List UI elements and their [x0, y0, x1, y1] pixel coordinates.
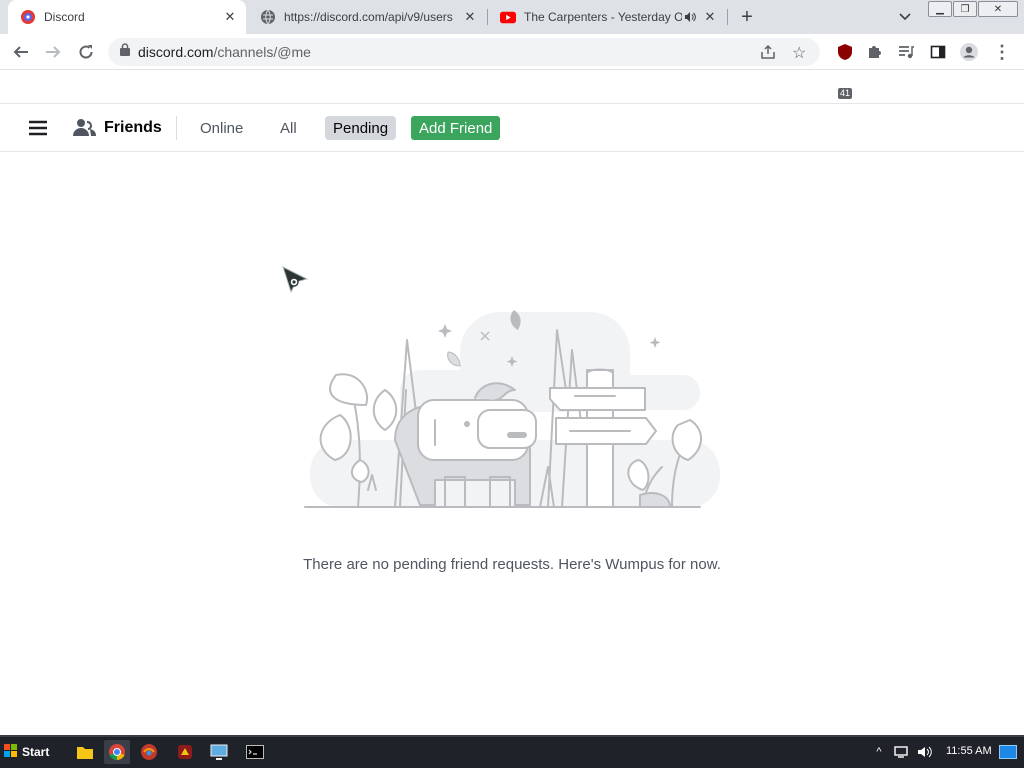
- windows-logo-icon: [4, 743, 18, 761]
- tab-separator: [727, 9, 728, 25]
- puzzle-icon[interactable]: [863, 41, 885, 63]
- volume-tray-icon[interactable]: [916, 740, 934, 764]
- add-friend-button[interactable]: Add Friend: [411, 116, 501, 140]
- close-icon[interactable]: ✕: [462, 9, 478, 25]
- reload-button[interactable]: [75, 41, 97, 63]
- discord-icon: [20, 9, 36, 25]
- tab-title: The Carpenters - Yesterday O: [524, 10, 682, 24]
- friends-header: Friends Online All Pending Add Friend: [0, 103, 1024, 152]
- new-tab-button[interactable]: +: [736, 6, 758, 28]
- minimize-button[interactable]: ▁: [928, 1, 952, 17]
- back-button[interactable]: [10, 41, 32, 63]
- url-path: /channels/@me: [213, 44, 311, 60]
- close-icon[interactable]: ✕: [702, 9, 718, 25]
- tab-title: https://discord.com/api/v9/users: [284, 10, 453, 24]
- browser-toolbar: discord.com/channels/@me ☆ 41 ⋮: [0, 34, 1024, 99]
- more-menu-icon[interactable]: ⋮: [991, 41, 1013, 63]
- chevron-down-icon[interactable]: [896, 8, 914, 26]
- lock-icon: [120, 43, 130, 61]
- media-app-icon[interactable]: [136, 740, 162, 764]
- show-desktop-icon[interactable]: [998, 740, 1018, 764]
- file-explorer-icon[interactable]: [72, 740, 98, 764]
- url-host: discord.com: [138, 44, 214, 60]
- restore-button[interactable]: ❐: [953, 1, 977, 17]
- windows-taskbar: Start ^ 11:55 AM: [0, 735, 1024, 768]
- hamburger-menu-icon[interactable]: [28, 116, 48, 140]
- tab-api[interactable]: https://discord.com/api/v9/users ✕: [248, 0, 486, 34]
- browser-tab-strip: Discord ✕ https://discord.com/api/v9/use…: [0, 0, 1024, 34]
- empty-state-text: There are no pending friend requests. He…: [303, 556, 721, 573]
- network-monitor-icon[interactable]: [206, 740, 232, 764]
- url-text: discord.com/channels/@me: [138, 44, 311, 60]
- media-control-icon[interactable]: [895, 41, 917, 63]
- side-panel-icon[interactable]: [927, 41, 949, 63]
- mouse-cursor-icon: [282, 266, 309, 294]
- header-divider: [176, 116, 177, 140]
- start-button[interactable]: Start: [0, 739, 52, 765]
- bookmark-star-icon[interactable]: ☆: [792, 43, 806, 63]
- network-tray-icon[interactable]: [892, 740, 910, 764]
- share-icon[interactable]: [760, 44, 776, 65]
- extension-badge: 41: [838, 88, 853, 99]
- tab-all[interactable]: All: [280, 116, 297, 140]
- close-window-button[interactable]: ✕: [978, 1, 1018, 17]
- globe-icon: [260, 9, 276, 25]
- wumpus-empty-illustration: [304, 310, 720, 508]
- friends-title: Friends: [104, 119, 162, 136]
- youtube-icon: [500, 9, 516, 25]
- start-label: Start: [22, 745, 50, 759]
- tab-online[interactable]: Online: [200, 116, 243, 140]
- tab-title: Discord: [44, 10, 85, 24]
- friends-icon: [73, 116, 97, 140]
- taskbar-clock[interactable]: 11:55 AM: [946, 745, 992, 757]
- tab-youtube[interactable]: The Carpenters - Yesterday O ✕: [488, 0, 726, 34]
- close-icon[interactable]: ✕: [222, 9, 238, 25]
- tab-discord[interactable]: Discord ✕: [8, 0, 246, 34]
- profile-avatar-icon[interactable]: [958, 41, 980, 63]
- forward-button[interactable]: [42, 41, 64, 63]
- address-bar[interactable]: discord.com/channels/@me ☆: [108, 38, 820, 66]
- game-app-icon[interactable]: [172, 740, 198, 764]
- tab-pending[interactable]: Pending: [325, 116, 397, 140]
- speaker-icon[interactable]: [682, 9, 698, 25]
- extension-shield-icon[interactable]: [834, 41, 856, 63]
- chrome-icon[interactable]: [104, 740, 130, 764]
- command-prompt-icon[interactable]: [242, 740, 268, 764]
- tray-expand-icon[interactable]: ^: [872, 740, 886, 764]
